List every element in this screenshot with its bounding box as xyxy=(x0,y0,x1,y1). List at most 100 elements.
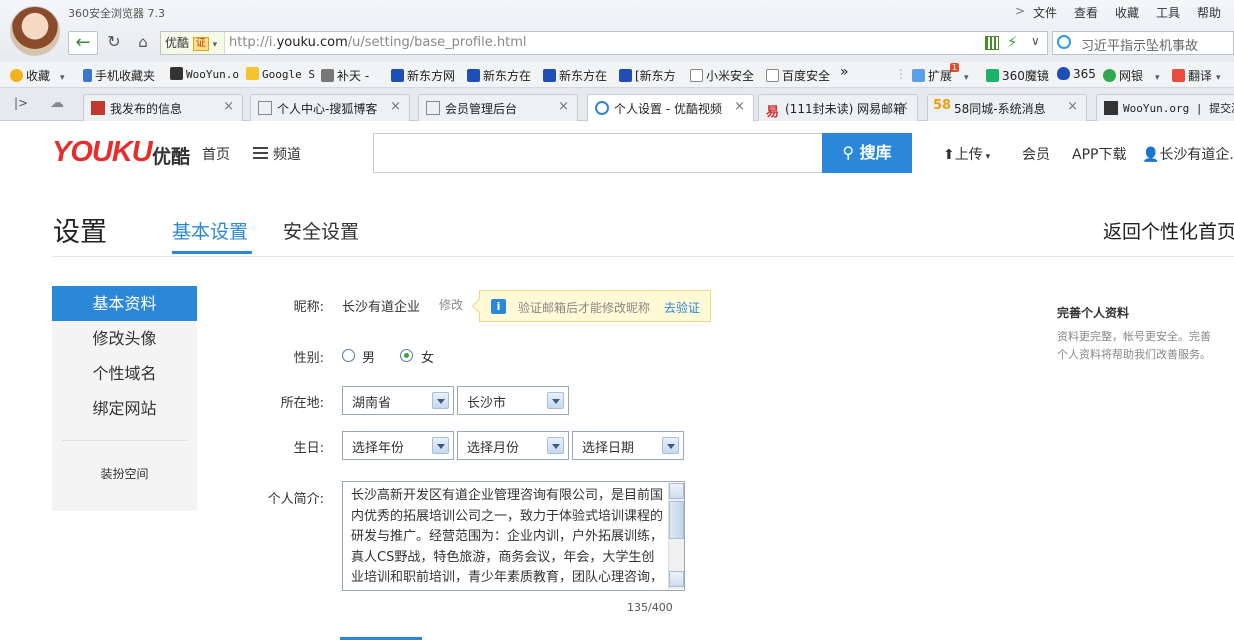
sidebar-toggle-icon[interactable]: |> xyxy=(14,96,28,110)
extensions-button[interactable]: 扩展 1 ▾ xyxy=(912,63,969,84)
bio-scrollbar[interactable] xyxy=(668,483,684,589)
tab-my-posts[interactable]: 我发布的信息 × xyxy=(83,94,243,121)
chevron-down-icon[interactable]: ∨ xyxy=(1031,34,1040,48)
verify-email-link[interactable]: 去验证 xyxy=(664,299,700,316)
browser-search-text[interactable]: 习近平指示坠机事故 xyxy=(1081,35,1198,54)
browser-avatar[interactable] xyxy=(10,6,60,56)
sidebar-item-domain[interactable]: 个性域名 xyxy=(52,356,197,391)
caret-down-icon: ▾ xyxy=(212,40,218,50)
gender-male-label[interactable]: 男 xyxy=(362,347,375,366)
back-to-home-link[interactable]: 返回个性化首页 xyxy=(1103,217,1234,244)
divider xyxy=(62,440,187,441)
bookmark-favorites[interactable]: 收藏 ▾ xyxy=(10,67,65,84)
scroll-thumb[interactable] xyxy=(669,501,684,539)
menu-help[interactable]: 帮助 xyxy=(1197,4,1221,21)
more-bookmarks-icon[interactable]: » xyxy=(840,64,849,80)
youku-logo[interactable]: YOUKU xyxy=(52,136,153,169)
ext-online-banking[interactable]: 网银 ▾ xyxy=(1103,67,1160,84)
close-icon[interactable]: × xyxy=(390,99,401,114)
bookmark-wooyun[interactable]: WooYun.o xyxy=(170,67,239,81)
sidebar-item-basic-profile[interactable]: 基本资料 xyxy=(52,286,197,321)
star-icon xyxy=(10,69,23,82)
page-icon xyxy=(258,101,272,115)
bookmark-butian[interactable]: 补天 - xyxy=(321,67,369,84)
birth-month-select[interactable]: 选择月份 xyxy=(457,431,569,460)
nav-home[interactable]: 首页 xyxy=(202,144,230,164)
site-badge[interactable]: 优酷 证 ▾ xyxy=(161,32,225,54)
sidebar-item-dress-up[interactable]: 装扮空间 xyxy=(52,465,197,482)
bookmark-xdf-4[interactable]: [新东方 xyxy=(619,67,676,84)
ext-translate[interactable]: 翻译 ▾ xyxy=(1172,67,1221,84)
tab-sohu-blog[interactable]: 个人中心-搜狐博客 × xyxy=(250,94,410,121)
close-icon[interactable]: × xyxy=(558,99,569,114)
nickname-edit-link[interactable]: 修改 xyxy=(439,296,463,313)
gender-female-radio[interactable] xyxy=(400,349,413,362)
cloud-icon[interactable]: ☁ xyxy=(50,95,64,111)
url-prefix: http://i. xyxy=(229,35,277,50)
lightning-icon[interactable]: ⚡ xyxy=(1007,33,1018,51)
menu-favorites[interactable]: 收藏 xyxy=(1115,4,1139,21)
grip-icon: ⋮ xyxy=(895,67,907,81)
bookmark-baidu-security[interactable]: 百度安全 xyxy=(766,67,830,84)
scroll-down-icon[interactable] xyxy=(669,571,684,587)
nav-channel[interactable]: 频道 xyxy=(273,144,301,164)
search-input[interactable] xyxy=(373,133,823,173)
youku-page: YOUKU 优酷 首页 频道 ⚲ 搜库 ⬆上传 ▾ 会员 APP下载 👤长沙有道… xyxy=(0,122,1234,640)
tab-member-admin[interactable]: 会员管理后台 × xyxy=(418,94,578,121)
back-button[interactable]: ← xyxy=(68,31,98,55)
tab-basic-settings[interactable]: 基本设置 xyxy=(172,217,248,244)
menu-view[interactable]: 查看 xyxy=(1074,4,1098,21)
bookmark-xdf-2[interactable]: 新东方在 xyxy=(467,67,531,84)
bookmark-google[interactable]: Google S xyxy=(246,67,315,81)
birth-day-select[interactable]: 选择日期 xyxy=(572,431,684,460)
bookmark-xiaomi-security[interactable]: 小米安全 xyxy=(690,67,754,84)
search-icon[interactable] xyxy=(1057,35,1071,49)
address-bar[interactable]: 优酷 证 ▾ http://i.youku.com/u/setting/base… xyxy=(160,31,1048,55)
menu-tools[interactable]: 工具 xyxy=(1156,4,1180,21)
close-icon[interactable]: × xyxy=(734,99,745,114)
caret-down-icon: ▾ xyxy=(964,73,969,83)
chevron-right-icon[interactable]: > xyxy=(1015,4,1025,18)
upload-link[interactable]: ⬆上传 ▾ xyxy=(943,144,990,164)
bio-text[interactable]: 长沙高新开发区有道企业管理咨询有限公司，是目前国内优秀的拓展培训公司之一，致力于… xyxy=(351,486,665,586)
bio-textarea[interactable]: 长沙高新开发区有道企业管理咨询有限公司，是目前国内优秀的拓展培训公司之一，致力于… xyxy=(342,481,685,591)
gender-male-radio[interactable] xyxy=(342,349,355,362)
bio-char-count: 135/400 xyxy=(627,601,673,614)
sidebar-item-bind-site[interactable]: 绑定网站 xyxy=(52,391,197,426)
verify-tip-text: 验证邮箱后才能修改昵称 xyxy=(518,301,651,315)
city-select[interactable]: 长沙市 xyxy=(457,386,569,415)
gender-female-label[interactable]: 女 xyxy=(421,347,434,366)
tab-security-settings[interactable]: 安全设置 xyxy=(283,217,359,244)
tab-58-messages[interactable]: 58 58同城-系统消息 × xyxy=(927,94,1087,121)
ext-360-mirror[interactable]: 360魔镜 xyxy=(986,67,1049,84)
browser-search-box[interactable]: 习近平指示坠机事故 xyxy=(1052,31,1234,55)
youku-logo-cn[interactable]: 优酷 xyxy=(152,142,190,169)
member-link[interactable]: 会员 xyxy=(1022,144,1050,164)
bookmark-xdf-1[interactable]: 新东方网 xyxy=(391,67,455,84)
refresh-button[interactable]: ↻ xyxy=(101,31,127,55)
menu-file[interactable]: 文件 xyxy=(1033,4,1057,21)
qr-code-icon[interactable] xyxy=(985,36,999,50)
bookmark-xdf-3[interactable]: 新东方在 xyxy=(543,67,607,84)
scroll-up-icon[interactable] xyxy=(669,483,684,499)
search-button[interactable]: ⚲ 搜库 xyxy=(822,133,912,173)
close-icon[interactable]: × xyxy=(1067,99,1078,114)
bookmark-mobile[interactable]: 手机收藏夹 xyxy=(83,67,155,84)
page-icon xyxy=(766,69,779,82)
url-text[interactable]: http://i.youku.com/u/setting/base_profil… xyxy=(229,35,526,50)
app-download-link[interactable]: APP下载 xyxy=(1072,144,1126,164)
search-icon: ⚲ xyxy=(842,143,860,162)
menu-icon[interactable] xyxy=(253,147,268,159)
paw-icon xyxy=(391,69,404,82)
user-menu[interactable]: 👤长沙有道企... xyxy=(1142,144,1234,164)
birth-year-select[interactable]: 选择年份 xyxy=(342,431,454,460)
sidebar-item-avatar[interactable]: 修改头像 xyxy=(52,321,197,356)
tab-163-mail[interactable]: 易 (111封未读) 网易邮箱 × xyxy=(758,94,918,121)
tab-wooyun[interactable]: WooYun.org | 提交漏洞 xyxy=(1096,94,1234,121)
close-icon[interactable]: × xyxy=(898,99,909,114)
ext-365[interactable]: 365 xyxy=(1057,67,1096,81)
province-select[interactable]: 湖南省 xyxy=(342,386,454,415)
tab-youku-settings[interactable]: 个人设置 - 优酷视频 × xyxy=(587,94,754,122)
close-icon[interactable]: × xyxy=(223,99,234,114)
home-button[interactable]: ⌂ xyxy=(130,31,156,55)
